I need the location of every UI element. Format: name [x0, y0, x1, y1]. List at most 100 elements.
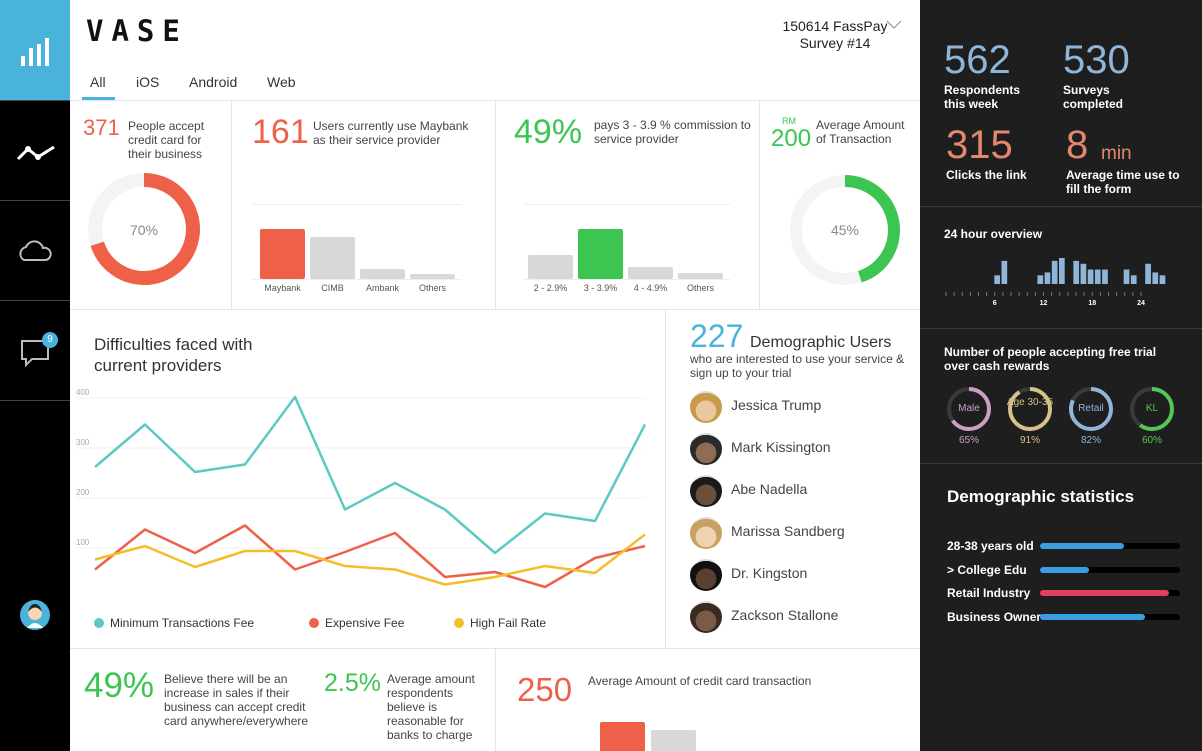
respondents-label: Respondents this week: [944, 83, 1021, 111]
stat-bar-fill: [1040, 566, 1089, 573]
sidebar-item-trends[interactable]: [0, 101, 70, 200]
y-tick-label: 300: [76, 438, 90, 447]
list-item[interactable]: Dr. Kingston: [690, 557, 910, 593]
maybank-text: Users currently use Maybank as their ser…: [313, 119, 469, 147]
sidebar-item-messages[interactable]: 9: [0, 301, 70, 400]
stat-bar-track: [1040, 613, 1180, 620]
sidebar-item-cloud[interactable]: [0, 201, 70, 300]
commission-number: 49%: [514, 113, 583, 151]
bar-label: Others: [686, 283, 714, 293]
credit-text: People accept credit card for their busi…: [128, 119, 205, 161]
average-tx-bar-red: [600, 722, 645, 751]
legend-label: Expensive Fee: [325, 616, 405, 630]
average-tx-bar-gray: [651, 730, 696, 751]
avatar: [690, 559, 722, 591]
avatar: [690, 601, 722, 633]
stat-label: 28-38 years old: [947, 539, 1034, 553]
message-badge: 9: [42, 332, 58, 348]
legend-dot: [94, 618, 104, 628]
credit-percent: 70%: [129, 222, 159, 238]
survey-name: Survey #14: [799, 35, 871, 51]
surveys-label: Surveys completed: [1063, 83, 1124, 111]
avatar: [690, 517, 722, 549]
trial-ring-percent: 60%: [1141, 435, 1162, 446]
overview-bar: [1102, 269, 1108, 284]
chart-legend: Minimum Transactions Fee Expensive Fee Hig…: [94, 616, 654, 632]
trial-ring: [1008, 387, 1052, 431]
time-unit: min: [1101, 143, 1132, 164]
y-tick-label: 400: [76, 388, 90, 397]
trial-ring-label: KL: [1145, 403, 1159, 414]
trial-ring-percent: 82%: [1080, 435, 1101, 446]
overview-bar: [994, 275, 1000, 284]
time-number: 8: [1066, 123, 1089, 167]
stat-label: > College Edu: [947, 562, 1027, 577]
avatar: [690, 475, 722, 507]
overview-bar: [1123, 269, 1130, 284]
person-name: Zackson Stallone: [731, 607, 839, 623]
list-item[interactable]: Marissa Sandberg: [690, 515, 910, 551]
trial-ring-label: Male: [958, 403, 980, 414]
list-item[interactable]: Zackson Stallone: [690, 599, 910, 635]
overview-tick-label: 24: [1137, 300, 1145, 307]
overview-bar: [1159, 275, 1166, 284]
maybank-stat: 161 Users currently use Maybank as their…: [232, 101, 495, 309]
trial-ring-percent: 65%: [958, 435, 979, 446]
overview-bar: [1001, 260, 1008, 284]
difficulties-title-line1: Difficulties faced with: [94, 335, 253, 354]
bar-maybank: [260, 229, 305, 279]
overview-bar-chart: 6 12 18 24: [945, 258, 1166, 307]
average-text: Average Amount of Transaction: [816, 118, 905, 146]
overview-bar: [1073, 260, 1080, 284]
bar-3-3-9-: [578, 229, 623, 279]
chevron-down-icon[interactable]: [886, 20, 902, 30]
stat-label: Retail Industry: [947, 586, 1031, 600]
legend-label: High Fail Rate: [470, 616, 547, 630]
trial-title: Number of people accepting free trial ov…: [944, 345, 1157, 373]
series-line-expensive-fee: [94, 524, 646, 589]
overview-tick-label: 18: [1088, 300, 1096, 307]
tab-all[interactable]: All: [90, 74, 106, 90]
bar-chart-icon: [21, 38, 49, 66]
legend-item: Expensive Fee: [309, 616, 404, 630]
chat-icon: [21, 340, 49, 368]
list-item[interactable]: Abe Nadella: [690, 473, 910, 509]
person-name: Mark Kissington: [731, 439, 831, 455]
overview-bar: [1087, 269, 1094, 284]
user-avatar[interactable]: [20, 600, 50, 630]
cloud-icon: [19, 240, 52, 261]
reasonable-text: Average amount respondents believe is re…: [387, 672, 475, 742]
tab-web[interactable]: Web: [267, 74, 296, 90]
average-tx-text: Average Amount of credit card transactio…: [588, 674, 812, 688]
stat-bar-track: [1040, 566, 1180, 573]
overview-bar: [1044, 272, 1051, 284]
bar-2-2-9-: [528, 255, 573, 279]
line-chart-icon: [16, 145, 55, 161]
clicks-label: Clicks the link: [946, 168, 1027, 182]
average-percent: 45%: [830, 222, 860, 238]
stats-title: Demographic statistics: [947, 487, 1135, 506]
person-name: Abe Nadella: [731, 481, 808, 497]
list-item[interactable]: Jessica Trump: [690, 389, 910, 425]
overview-bar: [1059, 258, 1065, 284]
tab-android[interactable]: Android: [189, 74, 237, 90]
sidebar-item-analytics[interactable]: [0, 0, 70, 100]
trial-ring-arc: [1008, 387, 1052, 431]
time-label: Average time use to fill the form: [1066, 168, 1180, 196]
demographic-number: 227: [690, 318, 744, 354]
bar-others: [410, 274, 455, 279]
list-item[interactable]: Mark Kissington: [690, 431, 910, 467]
stat-bar-fill: [1040, 613, 1145, 620]
overview-bar: [1145, 263, 1151, 284]
bar-others: [678, 273, 723, 279]
y-tick-label: 200: [76, 488, 90, 497]
overview-bar: [1037, 275, 1044, 284]
avatar: [690, 433, 722, 465]
trial-ring-label: Age 30-35: [1006, 397, 1054, 408]
tab-ios[interactable]: iOS: [136, 74, 159, 90]
y-tick-label: 100: [76, 538, 90, 547]
person-name: Jessica Trump: [731, 397, 822, 413]
legend-item: High Fail Rate: [454, 616, 546, 630]
average-number: 200: [771, 125, 812, 152]
trial-ring-percent: 91%: [1019, 435, 1040, 446]
